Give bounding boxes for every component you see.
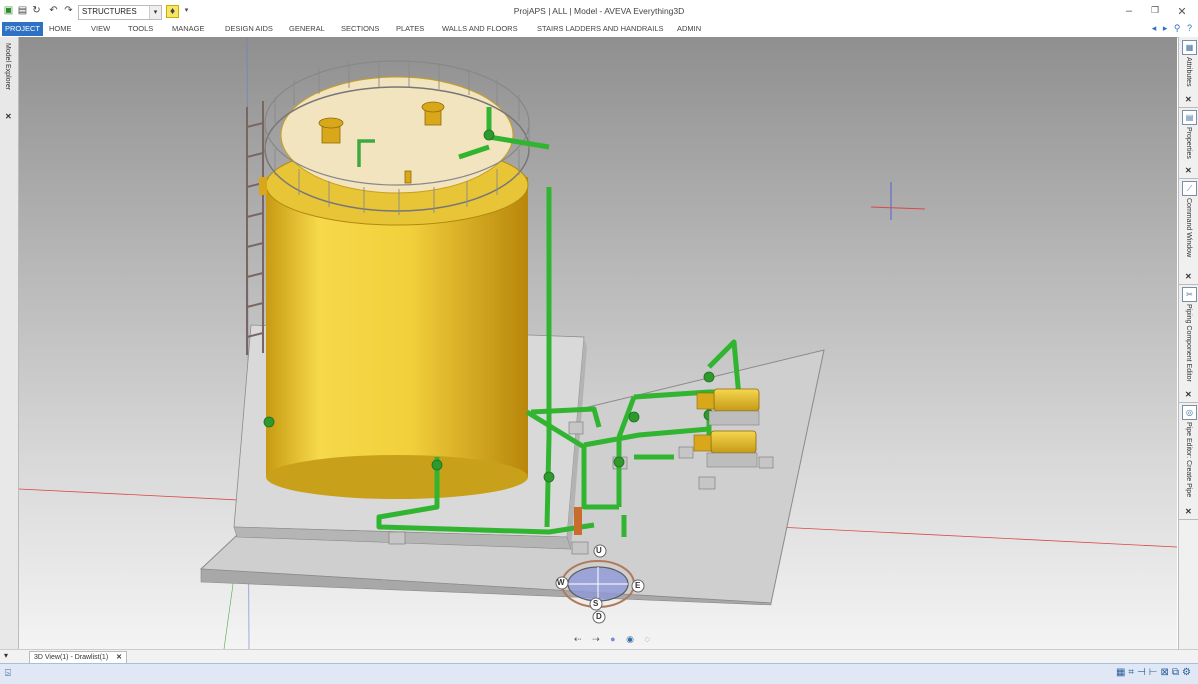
nav-back-icon[interactable]: ⇠ [574, 634, 582, 644]
properties-icon[interactable]: ▤ [1182, 110, 1197, 125]
snap-icon[interactable]: ⌗ [1128, 667, 1137, 678]
command-window-label[interactable]: Command Window [1185, 198, 1192, 257]
document-tab-bar: ▾ 3D View(1) - Drawlist(1) ✕ [0, 649, 1198, 664]
tab-stairs-ladders-handrails[interactable]: STAIRS LADDERS AND HANDRAILS [537, 24, 664, 33]
pipe-editor-label[interactable]: Pipe Editor: Create Pipe [1185, 422, 1192, 497]
minimize-button[interactable]: – [1122, 5, 1136, 17]
tab-home[interactable]: HOME [49, 24, 72, 33]
search-icon[interactable]: ⚲ [1174, 23, 1181, 33]
window-title: ProjAPS | ALL | Model - AVEVA Everything… [513, 6, 685, 16]
3d-viewport[interactable]: U W E S D ⇠ ⇢ ● ◉ ◌ [19, 37, 1177, 649]
properties-close-button[interactable]: ✕ [1185, 166, 1192, 175]
attributes-section[interactable]: ▦ Attributes ✕ [1179, 37, 1198, 108]
view-cube-w-label: W [557, 578, 565, 587]
navigation-controls: ⇠ ⇢ ● ◉ ◌ [574, 634, 658, 645]
tab-tools[interactable]: TOOLS [128, 24, 153, 33]
z-axis-line [223, 576, 235, 649]
piping-component-editor-section[interactable]: ✂ Piping Component Editor ✕ [1179, 284, 1198, 403]
tab-project[interactable]: PROJECT [2, 22, 44, 36]
ribbon-right-icons: ◂ ▸ ⚲ ? [1148, 23, 1192, 34]
pipe-editor-close-button[interactable]: ✕ [1185, 507, 1192, 516]
clipping-icon[interactable]: ⊠ [1161, 667, 1172, 678]
nav-home-icon[interactable]: ● [610, 634, 615, 644]
model-explorer-close-button[interactable]: ✕ [5, 112, 12, 121]
quick-access-toolbar: ▣ ▤ ↻ ↶ ↷ STRUCTURES ▾ ♦ ▾ ProjAPS | ALL… [0, 0, 1198, 22]
tab-general[interactable]: GENERAL [289, 24, 325, 33]
layers-icon[interactable]: ⧉ [1172, 667, 1182, 678]
orange-pipe-spool [574, 507, 582, 535]
tab-list-chevron-icon[interactable]: ▾ [4, 651, 8, 660]
document-tab-label: 3D View(1) - Drawlist(1) [34, 654, 109, 661]
grid-icon[interactable]: ▦ [1116, 667, 1128, 678]
arrow-left-icon[interactable]: ◂ [1152, 23, 1157, 33]
3d-cursor [870, 182, 926, 220]
pipe-editor-icon[interactable]: ◎ [1182, 405, 1197, 420]
piping-component-editor-icon[interactable]: ✂ [1182, 287, 1197, 302]
nav-forward-icon[interactable]: ⇢ [592, 634, 600, 644]
pipe-editor-section[interactable]: ◎ Pipe Editor: Create Pipe ✕ [1179, 402, 1198, 520]
piping-component-editor-label[interactable]: Piping Component Editor [1185, 304, 1192, 382]
status-left-icon[interactable]: ⍄ [5, 668, 11, 679]
view-cube-d-label: D [596, 612, 602, 621]
arrow-right-icon[interactable]: ▸ [1163, 23, 1168, 33]
tab-manage[interactable]: MANAGE [172, 24, 205, 33]
model-explorer-label[interactable]: Model Explorer [4, 43, 11, 90]
measure-icon[interactable]: ⊢ [1149, 667, 1161, 678]
document-tab-close-button[interactable]: ✕ [116, 654, 122, 661]
model-explorer-panel: Model Explorer ✕ [0, 37, 19, 649]
nav-settings-icon[interactable]: ◌ [644, 634, 649, 644]
command-window-icon[interactable]: ⟋ [1182, 181, 1197, 196]
help-icon[interactable]: ? [1187, 23, 1192, 33]
tab-sections[interactable]: SECTIONS [341, 24, 379, 33]
attributes-icon[interactable]: ▦ [1182, 40, 1197, 55]
piping-component-editor-close-button[interactable]: ✕ [1185, 390, 1192, 399]
side-nozzle [259, 177, 267, 195]
status-bar: ⍄ ▦⌗⊣⊢⊠⧉⚙ [0, 663, 1198, 684]
command-window-close-button[interactable]: ✕ [1185, 272, 1192, 281]
attributes-close-button[interactable]: ✕ [1185, 95, 1192, 104]
3d-model-scene[interactable] [19, 37, 1177, 649]
view-settings-icon[interactable]: ⚙ [1182, 667, 1194, 678]
tab-design-aids[interactable]: DESIGN AIDS [225, 24, 273, 33]
maximize-button[interactable]: ❐ [1148, 5, 1162, 16]
tab-view[interactable]: VIEW [91, 24, 110, 33]
properties-section[interactable]: ▤ Properties ✕ [1179, 107, 1198, 179]
view-cube-e-label: E [635, 581, 641, 590]
tab-plates[interactable]: PLATES [396, 24, 424, 33]
right-dock-panel: ▦ Attributes ✕ ▤ Properties ✕ ⟋ Command … [1178, 37, 1198, 649]
ribbon-tabs: PROJECT HOME VIEW TOOLS MANAGE DESIGN AI… [0, 22, 1198, 38]
status-toolbar: ▦⌗⊣⊢⊠⧉⚙ [1116, 667, 1194, 678]
view-cube-u-label: U [596, 546, 602, 555]
tank-ladder[interactable] [246, 101, 264, 355]
command-window-section[interactable]: ⟋ Command Window ✕ [1179, 178, 1198, 285]
properties-label[interactable]: Properties [1185, 127, 1192, 159]
attributes-label[interactable]: Attributes [1185, 57, 1192, 87]
nav-globe-icon[interactable]: ◉ [626, 634, 634, 644]
view-cube-s-label: S [593, 599, 599, 608]
tab-admin[interactable]: ADMIN [677, 24, 701, 33]
ortho-icon[interactable]: ⊣ [1137, 667, 1149, 678]
close-button[interactable]: ✕ [1175, 5, 1189, 18]
tab-walls-and-floors[interactable]: WALLS AND FLOORS [442, 24, 518, 33]
